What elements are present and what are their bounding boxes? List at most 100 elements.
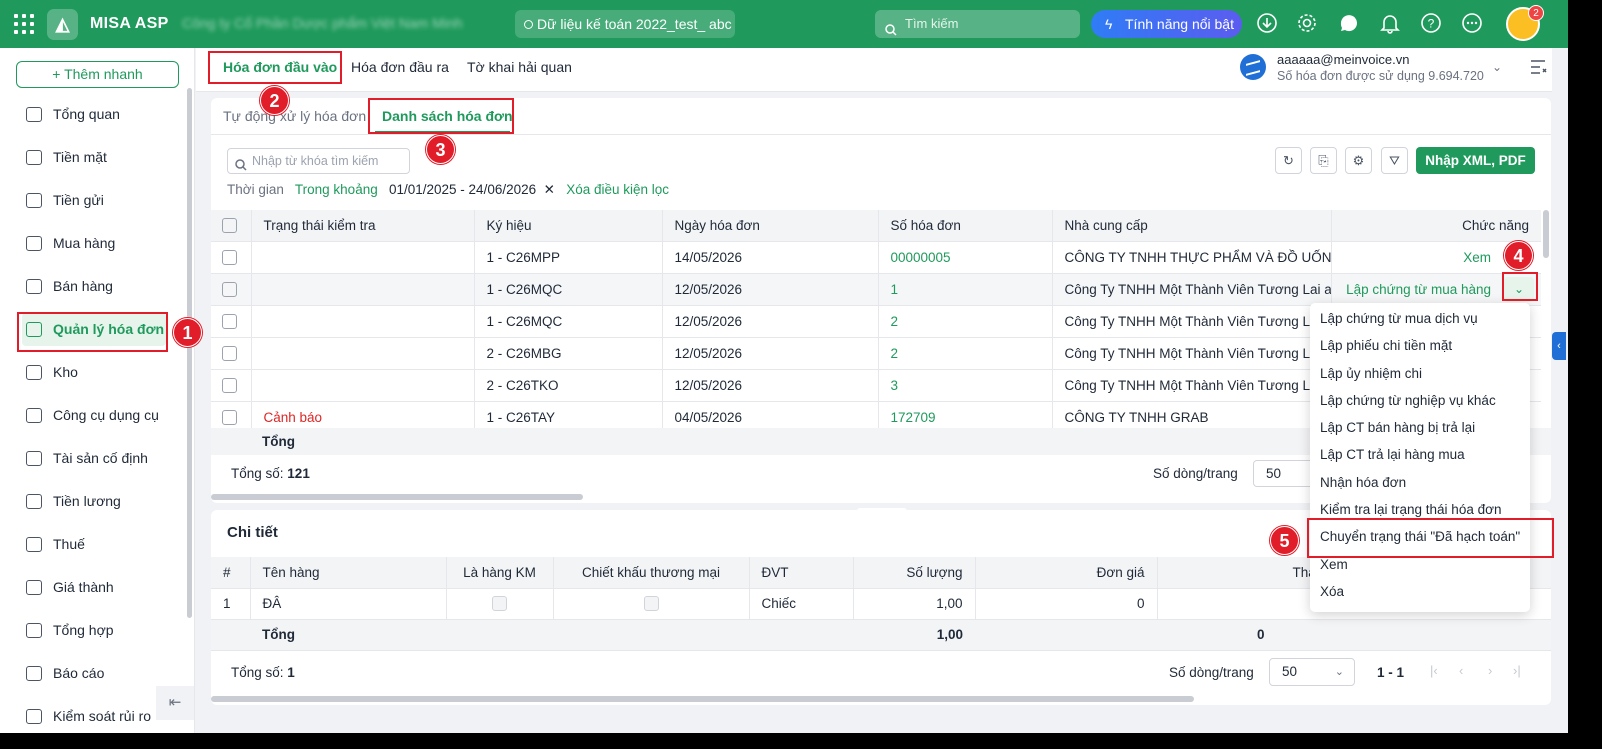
step-marker: 5 [1270, 526, 1299, 555]
filter-range[interactable]: 01/01/2025 - 24/06/2026 [389, 182, 536, 197]
detail-horizontal-scrollbar[interactable] [211, 696, 1194, 702]
table-horizontal-scrollbar[interactable] [211, 494, 583, 500]
last-page-icon[interactable]: ›| [1513, 663, 1521, 678]
first-page-icon[interactable]: |‹ [1430, 663, 1438, 678]
status-cell [251, 241, 475, 274]
gear-icon[interactable]: ⚙ [1345, 147, 1372, 174]
column-header[interactable]: Ký hiệu [474, 210, 663, 242]
invoice-number-link[interactable]: 1 [878, 273, 1053, 306]
date-cell: 12/05/2026 [662, 369, 879, 402]
column-header[interactable]: Nhà cung cấp [1052, 210, 1332, 242]
invoice-usage: Số hóa đơn được sử dụng 9.694.720 [1277, 69, 1484, 83]
invoice-number-link[interactable]: 00000005 [878, 241, 1053, 274]
sidebar-item-tools[interactable]: Công cụ dụng cụ [0, 394, 185, 437]
book-icon [26, 623, 42, 638]
search-icon [885, 18, 897, 46]
menu-item-sales-return[interactable]: Lập CT bán hàng bị trả lại [1310, 414, 1530, 441]
filter-mode[interactable]: Trong khoảng [295, 182, 378, 197]
featured-button[interactable]: ϟ Tính năng nổi bật [1091, 10, 1242, 38]
menu-item-other-voucher[interactable]: Lập chứng từ nghiệp vụ khác [1310, 387, 1530, 414]
more-icon[interactable] [1460, 12, 1484, 36]
sidebar-item-warehouse[interactable]: Kho [0, 351, 185, 394]
promo-checkbox[interactable] [446, 588, 554, 620]
sidebar-item-label: Kho [53, 364, 78, 380]
sidebar-item-label: Kiểm soát rủi ro [53, 708, 152, 724]
apps-grid-icon[interactable] [14, 14, 34, 34]
list-settings-icon[interactable] [1529, 58, 1549, 76]
prev-page-icon[interactable]: ‹ [1459, 663, 1463, 678]
sidebar-item-payroll[interactable]: Tiền lương [0, 480, 185, 523]
sidebar-item-overview[interactable]: Tổng quan [0, 93, 185, 136]
menu-item-delete[interactable]: Xóa [1310, 578, 1530, 605]
export-icon[interactable]: ⎘ [1310, 147, 1337, 174]
keyword-search-input[interactable]: Nhập từ khóa tìm kiếm [227, 148, 410, 174]
sidebar-item-cash[interactable]: Tiền mặt [0, 136, 185, 179]
row-checkbox[interactable] [211, 369, 252, 402]
help-icon[interactable]: ? [1419, 12, 1443, 36]
rows-per-page-select[interactable]: 50 ⌄ [1269, 658, 1355, 686]
sidebar-item-label: Tiền lương [53, 493, 121, 509]
user-avatar[interactable]: 2 [1506, 5, 1544, 41]
side-panel-toggle-icon[interactable]: ‹ [1552, 332, 1566, 360]
misa-logo: ◭ [47, 9, 78, 40]
status-cell [251, 305, 475, 338]
menu-item-service-voucher[interactable]: Lập chứng từ mua dịch vụ [1310, 305, 1530, 332]
bell-icon[interactable] [1378, 12, 1402, 36]
invoice-number-link[interactable]: 2 [878, 337, 1053, 370]
sidebar-item-bank[interactable]: Tiền gửi [0, 179, 185, 222]
next-page-icon[interactable]: › [1488, 663, 1492, 678]
table-row[interactable]: 1 - C26MPP 14/05/2026 00000005 CÔNG TY T… [211, 241, 1541, 274]
sidebar-item-sales[interactable]: Bán hàng [0, 265, 185, 308]
refresh-icon[interactable]: ↻ [1275, 147, 1302, 174]
chat-icon[interactable] [1337, 12, 1361, 36]
invoice-number-link[interactable]: 3 [878, 369, 1053, 402]
clear-filter-link[interactable]: Xóa điều kiện lọc [566, 182, 669, 197]
dashboard-icon [26, 107, 42, 122]
tab-auto-processing[interactable]: Tự động xử lý hóa đơn [223, 108, 366, 124]
menu-item-cash-payment[interactable]: Lập phiếu chi tiền mặt [1310, 332, 1530, 359]
menu-item-receive-invoice[interactable]: Nhận hóa đơn [1310, 469, 1530, 496]
sidebar-scrollbar[interactable] [187, 88, 192, 618]
settings-icon[interactable] [1295, 12, 1319, 36]
table-row[interactable]: 1 - C26MQC 12/05/2026 1 Công Ty TNHH Một… [211, 273, 1541, 306]
column-header[interactable]: Số hóa đơn [878, 210, 1053, 242]
download-icon[interactable] [1255, 12, 1279, 36]
sidebar-item-general[interactable]: Tổng hợp [0, 609, 185, 652]
tab-customs-declarations[interactable]: Tờ khai hải quan [467, 59, 572, 75]
sidebar-item-label: Tiền mặt [53, 149, 107, 165]
collapse-sidebar-icon[interactable]: ⇤ [156, 686, 194, 720]
filter-icon[interactable]: ⛛ [1381, 147, 1408, 174]
column-header[interactable]: Trạng thái kiểm tra [251, 210, 475, 242]
sidebar-item-costing[interactable]: Giá thành [0, 566, 185, 609]
sidebar-item-tax[interactable]: Thuế [0, 523, 185, 566]
sidebar-item-fixed-assets[interactable]: Tài sản cố định [0, 437, 185, 480]
row-checkbox[interactable] [211, 337, 252, 370]
row-checkbox[interactable] [211, 241, 252, 274]
shopping-bag-icon [26, 236, 42, 251]
item-name: ĐÂ [250, 588, 447, 620]
featured-label: Tính năng nổi bật [1125, 16, 1234, 32]
sidebar-item-purchase[interactable]: Mua hàng [0, 222, 185, 265]
invoice-number-link[interactable]: 2 [878, 305, 1053, 338]
company-name[interactable]: Công ty Cổ Phần Dược phẩm Việt Nam Minh [182, 15, 463, 31]
tab-output-invoices[interactable]: Hóa đơn đầu ra [351, 59, 449, 75]
table-vertical-scrollbar[interactable] [1543, 210, 1549, 258]
cart-icon [26, 279, 42, 294]
date-cell: 14/05/2026 [662, 241, 879, 274]
quick-add-button[interactable]: + Thêm nhanh [16, 61, 179, 88]
menu-item-payment-order[interactable]: Lập ủy nhiệm chi [1310, 360, 1530, 387]
chevron-down-icon: ⌄ [1334, 666, 1344, 678]
global-search-input[interactable]: Tìm kiếm [875, 10, 1080, 38]
database-selector[interactable]: Dữ liệu kế toán 2022_test_ abc [515, 10, 735, 38]
clear-filter-icon[interactable]: ✕ [544, 182, 555, 197]
discount-checkbox[interactable] [553, 588, 750, 620]
row-checkbox[interactable] [211, 273, 252, 306]
sidebar: + Thêm nhanh Tổng quan Tiền mặt Tiền gửi… [0, 48, 195, 733]
row-checkbox[interactable] [211, 305, 252, 338]
import-xml-pdf-button[interactable]: Nhập XML, PDF [1416, 147, 1535, 174]
supplier-cell: CÔNG TY TNHH THỰC PHẨM VÀ ĐỒ UỐNG [1052, 241, 1332, 274]
chevron-down-icon[interactable]: ⌄ [1492, 60, 1502, 74]
select-all-checkbox[interactable] [211, 210, 252, 242]
column-header[interactable]: Ngày hóa đơn [662, 210, 879, 242]
menu-item-purchase-return[interactable]: Lập CT trả lại hàng mua [1310, 441, 1530, 468]
